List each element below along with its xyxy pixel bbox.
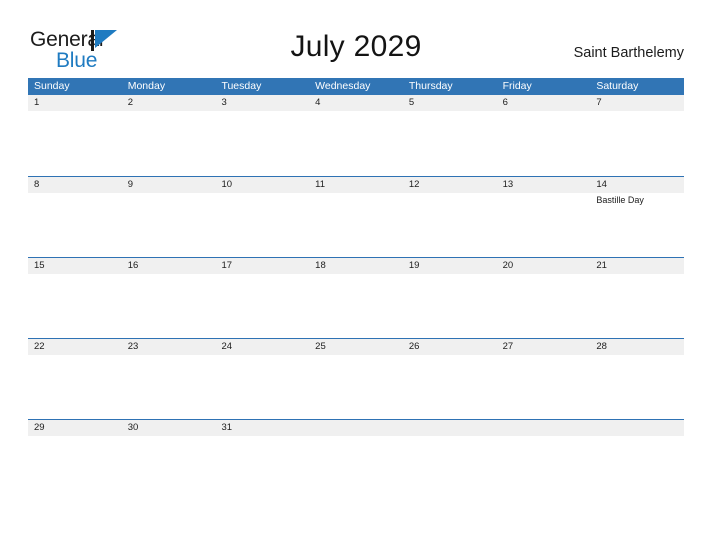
calendar-day-cell[interactable]: 26 <box>402 339 497 419</box>
location-label: Saint Barthelemy <box>573 45 684 61</box>
calendar-day-cell[interactable]: 10 <box>215 177 310 257</box>
calendar-day-cell[interactable]: 7 <box>590 95 685 176</box>
day-number: 14 <box>590 177 685 193</box>
calendar-day-cell[interactable]: 14 Bastille Day <box>590 177 685 257</box>
day-header-tuesday: Tuesday <box>221 80 262 92</box>
calendar-day-cell[interactable]: 11 <box>309 177 403 257</box>
day-of-week-header-row: Sunday Monday Tuesday Wednesday Thursday Frid… <box>28 78 684 95</box>
calendar-day-cell-empty <box>590 420 685 441</box>
calendar-day-cell[interactable]: 25 <box>309 339 403 419</box>
page-header: General Blue July 2029 Saint Barthelemy <box>0 0 712 76</box>
day-number: 24 <box>215 339 310 355</box>
day-number: 4 <box>309 95 403 111</box>
calendar-day-cell[interactable]: 29 <box>28 420 122 441</box>
calendar-day-cell[interactable]: 20 <box>496 258 591 338</box>
day-header-monday: Monday <box>127 80 166 92</box>
calendar-day-cell[interactable]: 23 <box>121 339 216 419</box>
day-number: 29 <box>28 420 122 436</box>
day-number: 8 <box>28 177 122 193</box>
day-number: 1 <box>28 95 122 111</box>
day-number <box>590 420 685 436</box>
calendar-day-cell[interactable]: 17 <box>215 258 310 338</box>
calendar-day-cell[interactable]: 8 <box>28 177 122 257</box>
calendar-day-cell[interactable]: 3 <box>215 95 310 176</box>
calendar-day-cell[interactable]: 18 <box>309 258 403 338</box>
calendar-day-cell[interactable]: 13 <box>496 177 591 257</box>
calendar-day-cell-empty <box>309 420 403 441</box>
calendar-day-cell[interactable]: 12 <box>402 177 497 257</box>
day-number: 17 <box>215 258 310 274</box>
calendar-day-cell[interactable]: 22 <box>28 339 122 419</box>
day-number: 31 <box>215 420 310 436</box>
calendar-day-cell[interactable]: 9 <box>121 177 216 257</box>
day-number: 25 <box>309 339 403 355</box>
day-header-wednesday: Wednesday <box>315 80 371 92</box>
day-number: 5 <box>402 95 497 111</box>
calendar-day-cell[interactable]: 6 <box>496 95 591 176</box>
day-number: 19 <box>402 258 497 274</box>
day-number: 26 <box>402 339 497 355</box>
calendar-day-cell[interactable]: 28 <box>590 339 685 419</box>
day-number <box>496 420 591 436</box>
day-header-sunday: Sunday <box>34 80 70 92</box>
calendar-day-cell[interactable]: 15 <box>28 258 122 338</box>
day-number: 16 <box>121 258 216 274</box>
day-number: 6 <box>496 95 591 111</box>
day-number: 27 <box>496 339 591 355</box>
calendar-day-cell-empty <box>496 420 591 441</box>
calendar-day-cell[interactable]: 4 <box>309 95 403 176</box>
calendar-week-row: 22 23 24 25 26 27 28 <box>28 338 685 419</box>
day-number: 2 <box>121 95 216 111</box>
day-header-saturday: Saturday <box>596 80 639 92</box>
calendar-page: General Blue July 2029 Saint Barthelemy … <box>0 0 712 550</box>
day-number: 7 <box>590 95 685 111</box>
day-number: 21 <box>590 258 685 274</box>
day-header-thursday: Thursday <box>408 80 453 92</box>
day-events: Bastille Day <box>590 193 684 206</box>
day-number: 18 <box>309 258 403 274</box>
day-number: 12 <box>402 177 497 193</box>
day-number: 23 <box>121 339 216 355</box>
day-number: 10 <box>215 177 310 193</box>
day-number: 30 <box>121 420 216 436</box>
calendar-grid: Sunday Monday Tuesday Wednesday Thursday Frid… <box>28 78 685 441</box>
calendar-week-row: 1234567 <box>28 95 685 176</box>
day-header-friday: Friday <box>502 80 532 92</box>
calendar-day-cell[interactable]: 5 <box>402 95 497 176</box>
day-number: 20 <box>496 258 591 274</box>
calendar-day-cell[interactable]: 30 <box>121 420 216 441</box>
calendar-day-cell[interactable]: 31 <box>215 420 310 441</box>
day-number: 13 <box>496 177 591 193</box>
day-number: 9 <box>121 177 216 193</box>
day-number: 3 <box>215 95 310 111</box>
calendar-day-cell-empty <box>402 420 497 441</box>
calendar-day-cell[interactable]: 27 <box>496 339 591 419</box>
day-number: 15 <box>28 258 122 274</box>
calendar-day-cell[interactable]: 19 <box>402 258 497 338</box>
calendar-day-cell[interactable]: 1 <box>28 95 122 176</box>
calendar-week-row: 29 30 31 <box>28 419 685 441</box>
calendar-week-row: 15 16 17 18 19 20 21 <box>28 257 685 338</box>
day-number: 22 <box>28 339 122 355</box>
day-number: 28 <box>590 339 685 355</box>
day-number: 11 <box>309 177 403 193</box>
calendar-day-cell[interactable]: 16 <box>121 258 216 338</box>
calendar-day-cell[interactable]: 2 <box>121 95 216 176</box>
day-number <box>402 420 497 436</box>
calendar-weeks: 1 2 3 4 5 6 7 8 9 10 11 12 13 14 Bastille Day 15 16 17 18 1… <box>28 95 685 441</box>
calendar-week-row: 8 9 10 11 12 13 14 Bastille Day <box>28 176 685 257</box>
day-number <box>309 420 403 436</box>
calendar-day-cell[interactable]: 24 <box>215 339 310 419</box>
calendar-day-cell[interactable]: 21 <box>590 258 685 338</box>
holiday-label: Bastille Day <box>596 195 644 205</box>
